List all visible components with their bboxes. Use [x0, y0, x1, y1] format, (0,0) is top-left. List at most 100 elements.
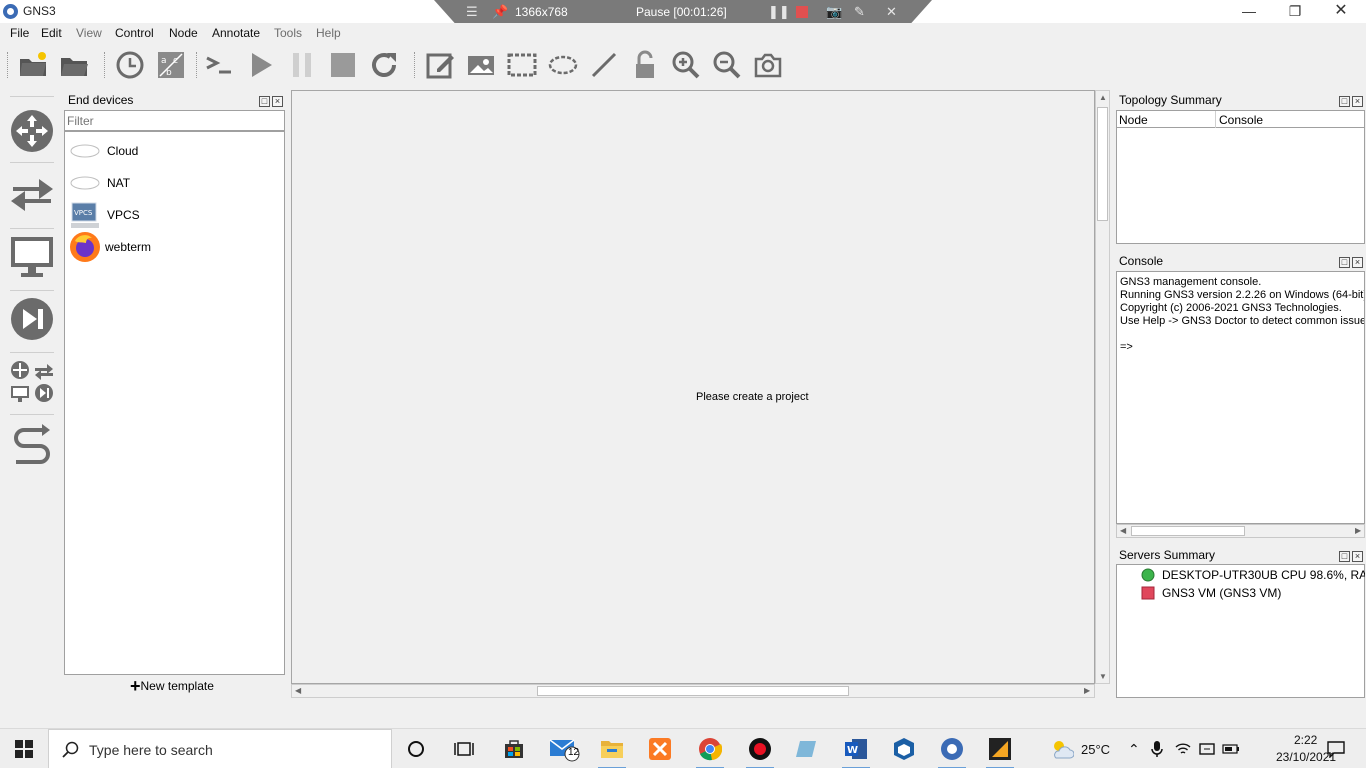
server-status-icon [1141, 586, 1155, 600]
temperature[interactable]: 25°C [1081, 742, 1110, 757]
app-blue-icon[interactable] [786, 729, 830, 768]
windows-start-icon[interactable] [2, 729, 46, 768]
routers-icon[interactable] [8, 106, 56, 156]
server-item-local[interactable]: DESKTOP-UTR30UB CPU 98.6%, RA... [1139, 567, 1365, 583]
switches-icon[interactable] [8, 170, 56, 220]
end-devices-icon[interactable] [8, 232, 56, 282]
svg-text:VPCS: VPCS [74, 209, 93, 217]
cloud-icon [70, 144, 100, 158]
menu-annotate[interactable]: Annotate [212, 26, 260, 40]
canvas-message: Please create a project [696, 391, 809, 403]
security-devices-icon[interactable] [8, 294, 56, 344]
add-link-icon[interactable] [8, 420, 56, 470]
virtualbox-icon[interactable] [882, 729, 926, 768]
close-button[interactable]: ✕ [1318, 0, 1364, 23]
lock-unlock-icon[interactable] [628, 48, 662, 82]
menu-help[interactable]: Help [316, 26, 341, 40]
reload-all-icon[interactable] [367, 48, 401, 82]
menu-control[interactable]: Control [115, 26, 154, 40]
close-panel-icon[interactable]: × [1352, 96, 1363, 107]
draw-line-icon[interactable] [587, 48, 621, 82]
open-project-icon[interactable] [57, 48, 91, 82]
recorder-icon[interactable] [738, 729, 782, 768]
cortana-icon[interactable] [394, 729, 438, 768]
console-line: Running GNS3 version 2.2.26 on Windows (… [1120, 289, 1365, 301]
firefox-icon [70, 232, 100, 262]
start-all-icon[interactable] [244, 48, 278, 82]
stop-all-icon[interactable] [326, 48, 360, 82]
minimize-button[interactable]: — [1226, 0, 1272, 23]
network-icon[interactable] [1196, 729, 1218, 768]
menu-edit[interactable]: Edit [41, 26, 62, 40]
menu-icon[interactable]: ☰ [466, 4, 478, 20]
chrome-icon[interactable] [688, 729, 732, 768]
console-output[interactable]: GNS3 management console. Running GNS3 ve… [1116, 271, 1365, 524]
menu-node[interactable]: Node [169, 26, 198, 40]
device-item-cloud[interactable]: Cloud [69, 134, 279, 166]
console-horizontal-scrollbar[interactable]: ◀ ▶ [1116, 524, 1365, 538]
pause-icon[interactable]: ❚❚ [768, 4, 790, 20]
canvas-vertical-scrollbar[interactable]: ▲ ▼ [1095, 90, 1110, 684]
word-icon[interactable]: W [834, 729, 878, 768]
task-view-icon[interactable] [442, 729, 486, 768]
all-devices-icon[interactable] [8, 356, 56, 406]
float-icon[interactable]: □ [259, 96, 270, 107]
column-console[interactable]: Console [1219, 113, 1263, 127]
canvas-horizontal-scrollbar[interactable]: ◀ ▶ [291, 684, 1095, 698]
new-template-button[interactable]: +New template [130, 676, 214, 696]
close-panel-icon[interactable]: × [1352, 551, 1363, 562]
column-node[interactable]: Node [1119, 113, 1148, 127]
workspace-canvas[interactable] [291, 90, 1095, 684]
snapshot-clock-icon[interactable] [113, 48, 147, 82]
file-explorer-icon[interactable] [590, 729, 634, 768]
screenshot-icon[interactable] [751, 48, 785, 82]
show-interface-labels-icon[interactable]: acb [154, 48, 188, 82]
zoom-out-icon[interactable] [710, 48, 744, 82]
stop-icon[interactable] [796, 6, 808, 18]
close-session-icon[interactable]: ✕ [886, 4, 897, 20]
plus-icon: + [130, 676, 141, 696]
store-icon[interactable] [492, 729, 536, 768]
menu-tools[interactable]: Tools [274, 26, 302, 40]
console-all-icon[interactable] [202, 48, 236, 82]
insert-picture-icon[interactable] [464, 48, 498, 82]
restore-button[interactable]: ❐ [1272, 0, 1318, 23]
app-orange-icon[interactable] [978, 729, 1022, 768]
pin-icon[interactable]: 📌 [492, 4, 508, 20]
device-item-vpcs[interactable]: VPCS VPCS [69, 198, 279, 230]
weather-icon[interactable] [1040, 729, 1084, 768]
float-icon[interactable]: □ [1339, 96, 1350, 107]
window-title: GNS3 [23, 4, 56, 18]
topology-table-header: Node Console [1116, 110, 1365, 128]
float-icon[interactable]: □ [1339, 551, 1350, 562]
float-icon[interactable]: □ [1339, 257, 1350, 268]
server-item-gns3-vm[interactable]: GNS3 VM (GNS3 VM) [1139, 585, 1365, 601]
menu-view[interactable]: View [76, 26, 102, 40]
windows-taskbar: Type here to search 12 W 25°C ⌃ 2:22 23/… [0, 728, 1366, 768]
new-project-icon[interactable] [16, 48, 50, 82]
device-item-nat[interactable]: NAT [69, 166, 279, 198]
notifications-icon[interactable] [1314, 729, 1358, 768]
add-note-icon[interactable] [423, 48, 457, 82]
device-item-webterm[interactable]: webterm [69, 230, 279, 262]
close-panel-icon[interactable]: × [1352, 257, 1363, 268]
close-panel-icon[interactable]: × [272, 96, 283, 107]
microphone-icon[interactable] [1146, 729, 1168, 768]
draw-rectangle-icon[interactable] [505, 48, 539, 82]
camera-icon[interactable]: 📷 [826, 4, 842, 20]
console-title: Console [1119, 254, 1164, 268]
device-filter-input[interactable] [64, 110, 285, 131]
gns3-taskbar-icon[interactable] [930, 729, 974, 768]
menu-file[interactable]: File [10, 26, 29, 40]
nat-cloud-icon [70, 176, 100, 190]
wifi-icon[interactable] [1172, 729, 1194, 768]
suspend-all-icon[interactable] [285, 48, 319, 82]
xampp-icon[interactable] [638, 729, 682, 768]
draw-ellipse-icon[interactable] [546, 48, 580, 82]
pencil-icon[interactable]: ✎ [854, 4, 865, 20]
mail-icon[interactable]: 12 [542, 729, 586, 768]
battery-icon[interactable] [1220, 729, 1242, 768]
taskbar-search[interactable]: Type here to search [48, 729, 392, 768]
show-hidden-icons-icon[interactable]: ⌃ [1128, 741, 1140, 758]
zoom-in-icon[interactable] [669, 48, 703, 82]
